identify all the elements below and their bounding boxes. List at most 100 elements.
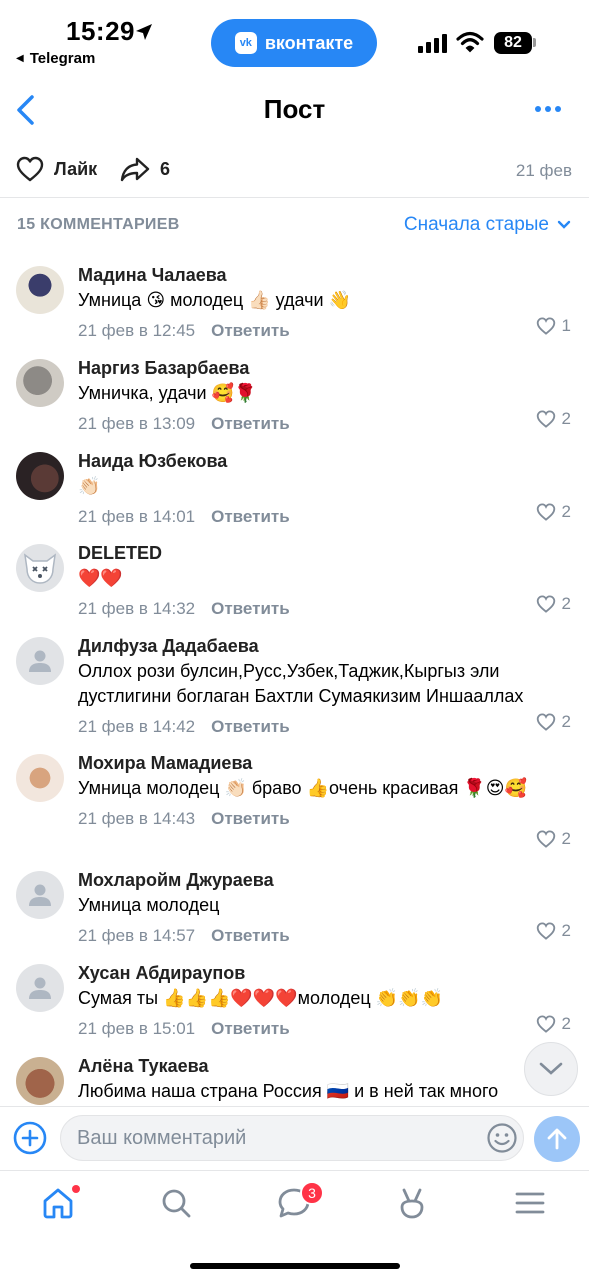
cellular-signal-icon	[418, 34, 447, 53]
heart-outline-icon	[536, 595, 555, 613]
share-count: 6	[160, 158, 171, 179]
comment-like-count: 2	[561, 829, 571, 848]
comment-text: ❤️❤️	[78, 568, 123, 588]
reply-button[interactable]: Ответить	[211, 809, 290, 829]
arrow-up-icon	[547, 1128, 567, 1150]
chevron-down-icon	[557, 220, 571, 229]
comment-like-button[interactable]: 1	[536, 316, 571, 336]
menu-icon	[515, 1192, 545, 1214]
comment-author[interactable]: Хусан Абдираупов	[78, 960, 573, 986]
comment-like-button[interactable]: 2	[536, 409, 571, 429]
page-title: Пост	[263, 94, 326, 124]
comment-author[interactable]: Наида Юзбекова	[78, 448, 573, 474]
wifi-icon	[456, 31, 484, 58]
comments-header: 15 КОММЕНТАРИЕВ Сначала старые	[0, 212, 589, 242]
avatar[interactable]	[16, 266, 64, 314]
messages-badge: 3	[300, 1181, 324, 1205]
comment-time: 21 фев в 12:45	[78, 321, 196, 340]
emoji-button[interactable]	[486, 1122, 518, 1159]
reply-button[interactable]: Ответить	[211, 507, 290, 527]
comment-author[interactable]: Мохира Мамадиева	[78, 750, 573, 776]
post-actions: Лайк 6 21 фев	[0, 144, 589, 198]
tab-messages[interactable]: 3	[276, 1181, 324, 1225]
placeholder-avatar[interactable]	[16, 964, 64, 1012]
comment-like-button[interactable]: 2	[536, 594, 571, 614]
avatar[interactable]	[16, 359, 64, 407]
reply-button[interactable]: Ответить	[211, 414, 290, 434]
comment-text: Умница молодец 👏🏻 браво 👍очень красивая …	[78, 778, 527, 798]
comment-author[interactable]: Наргиз Базарбаева	[78, 355, 573, 381]
comment-author[interactable]: DELETED	[78, 540, 573, 566]
tab-clips[interactable]	[394, 1185, 434, 1225]
share-arrow-icon	[120, 157, 150, 182]
reply-button[interactable]: Ответить	[211, 321, 290, 341]
avatar[interactable]	[16, 754, 64, 802]
like-button[interactable]: Лайк	[16, 156, 97, 182]
heart-outline-icon	[536, 410, 555, 428]
back-to-app-link[interactable]: ◀ Telegram	[16, 50, 95, 67]
tab-search[interactable]	[158, 1185, 198, 1225]
vk-logo-icon: vk	[234, 32, 257, 54]
heart-outline-icon	[536, 317, 555, 335]
comment-time: 21 фев в 14:43	[78, 809, 196, 828]
battery-cap	[533, 38, 536, 47]
avatar[interactable]	[16, 1057, 64, 1105]
comments-list: Мадина Чалаева Умница 😘 молодец 👍🏻 удачи…	[0, 262, 589, 1107]
heart-outline-icon	[536, 1015, 555, 1033]
like-label: Лайк	[54, 158, 98, 179]
comment-author[interactable]: Дилфуза Дадабаева	[78, 633, 573, 659]
battery-indicator: 82	[494, 32, 532, 54]
reply-button[interactable]: Ответить	[211, 599, 290, 619]
comment-input[interactable]: Ваш комментарий	[60, 1115, 524, 1161]
post-date: 21 фев	[515, 161, 572, 180]
plus-circle-icon	[13, 1121, 47, 1155]
user-placeholder-icon	[29, 650, 51, 672]
comment-like-button[interactable]: 2	[536, 712, 571, 732]
clips-icon	[400, 1188, 424, 1219]
comment-author[interactable]: Алёна Тукаева	[78, 1053, 573, 1079]
location-arrow-icon	[134, 22, 154, 47]
deleted-user-avatar[interactable]	[16, 544, 64, 592]
add-attachment-button[interactable]	[13, 1121, 47, 1160]
heart-outline-icon	[536, 830, 555, 848]
comment-like-count: 2	[561, 409, 571, 428]
comment-author[interactable]: Мадина Чалаева	[78, 262, 573, 288]
comment-text: Умница 😘 молодец 👍🏻 удачи 👋	[78, 290, 351, 310]
status-bar: 15:29 ◀ Telegram vk вконтакте 82	[0, 0, 589, 78]
reply-button[interactable]: Ответить	[211, 1019, 290, 1039]
comment-author[interactable]: Мохларойм Джураева	[78, 867, 573, 893]
comment-text: Умничка, удачи 🥰🌹	[78, 383, 257, 403]
avatar[interactable]	[16, 452, 64, 500]
placeholder-avatar[interactable]	[16, 871, 64, 919]
comment-composer: Ваш комментарий	[0, 1106, 589, 1170]
comment-like-count: 2	[561, 594, 571, 613]
home-notification-dot	[72, 1185, 80, 1193]
home-icon	[43, 1188, 73, 1219]
comment-like-button[interactable]: 2	[536, 502, 571, 522]
user-placeholder-icon	[29, 977, 51, 999]
comment-text: 👏🏻	[78, 476, 101, 496]
comment-text: Умница молодец	[78, 895, 220, 915]
more-options-icon[interactable]	[535, 106, 561, 112]
back-app-label: Telegram	[29, 50, 96, 67]
vk-app-pill[interactable]: vk вконтакте	[211, 19, 377, 67]
comments-count: 15 КОММЕНТАРИЕВ	[17, 216, 180, 233]
comment-time: 21 фев в 14:01	[78, 507, 196, 526]
comment-time: 21 фев в 14:57	[78, 926, 196, 945]
share-button[interactable]: 6	[120, 156, 170, 182]
sort-dropdown[interactable]: Сначала старые	[404, 214, 571, 236]
comment-like-button[interactable]: 2	[536, 829, 571, 849]
tab-menu[interactable]	[512, 1185, 552, 1225]
tab-home[interactable]	[40, 1185, 80, 1225]
scroll-down-button[interactable]	[524, 1042, 578, 1096]
placeholder-avatar[interactable]	[16, 637, 64, 685]
heart-outline-icon	[16, 156, 44, 182]
comment-like-button[interactable]: 2	[536, 1014, 571, 1034]
heart-outline-icon	[536, 922, 555, 940]
search-icon	[162, 1189, 191, 1218]
comment-like-button[interactable]: 2	[536, 921, 571, 941]
send-button[interactable]	[534, 1116, 580, 1162]
reply-button[interactable]: Ответить	[211, 717, 290, 737]
reply-button[interactable]: Ответить	[211, 926, 290, 946]
comment-text: Сумая ты 👍👍👍❤️❤️❤️молодец 👏👏👏	[78, 988, 443, 1008]
